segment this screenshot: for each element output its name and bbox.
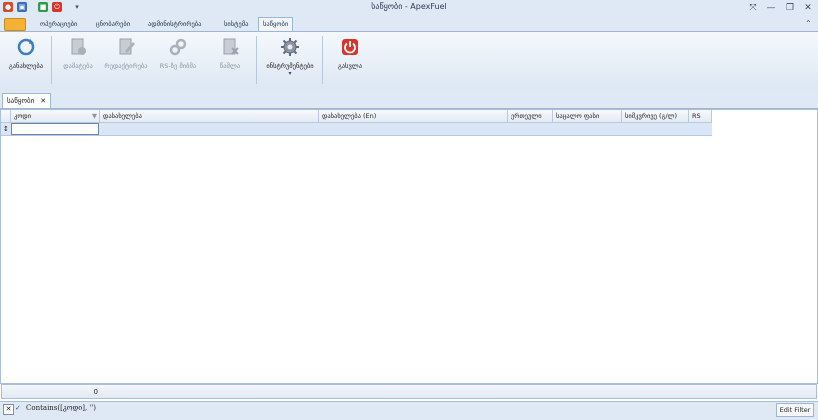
save-icon[interactable]: ▣ [17, 2, 27, 12]
column-header-retail-price[interactable]: საცალო ფასი [553, 110, 622, 123]
column-header-name-en[interactable]: დასახელება (En) [319, 110, 508, 123]
tab-warehouse[interactable]: საწყობი [258, 17, 294, 31]
power-quick-icon[interactable]: ⏻ [52, 2, 62, 12]
add-document-icon [71, 38, 86, 55]
edit-document-icon [119, 38, 135, 55]
footer-count: 0 [93, 388, 98, 396]
rs-bind-button[interactable]: RS-ზე მიბმა [156, 34, 200, 78]
filter-panel [0, 401, 818, 420]
link-icon [169, 38, 187, 56]
minimize-button[interactable]: — [764, 1, 778, 15]
ribbon-separator [322, 36, 323, 84]
edit-button[interactable]: რედაქტირება [104, 34, 148, 78]
refresh-button[interactable]: განახლება [4, 34, 48, 78]
close-button[interactable]: ✕ [801, 1, 815, 15]
maximize-button[interactable]: ❐ [783, 1, 797, 15]
document-tab-label: საწყობი [7, 97, 35, 105]
tools-dropdown-icon: ▾ [288, 70, 292, 77]
document-tab-strip [0, 91, 818, 109]
green-square-icon[interactable]: ■ [38, 2, 48, 12]
column-header-rs[interactable]: RS [689, 110, 712, 123]
quick-access-dropdown-icon[interactable]: ▾ [72, 2, 82, 12]
window-title: საწყობი - ApexFuel [371, 2, 447, 11]
column-header-code-label: კოდი [14, 112, 32, 120]
exit-button[interactable]: გასვლა [328, 34, 372, 78]
add-label: დამატება [63, 62, 93, 70]
tab-references[interactable]: ცნობარები [92, 18, 134, 31]
restore-ribbon-icon[interactable]: ⤧ [746, 1, 760, 15]
gear-icon [281, 38, 299, 56]
power-icon [342, 39, 358, 55]
ribbon-separator [51, 36, 52, 84]
delete-button[interactable]: წაშლა [208, 34, 252, 78]
filter-enabled-checkbox[interactable]: ✓ [15, 404, 23, 412]
document-tab-warehouse[interactable]: საწყობი ✕ [2, 93, 52, 108]
refresh-label: განახლება [8, 62, 44, 70]
exit-label: გასვლა [337, 62, 363, 70]
row-indicator-header [1, 110, 11, 123]
edit-filter-button[interactable]: Edit Filter [776, 403, 814, 417]
column-header-density[interactable]: სიმკვრივე (გ/ლ) [622, 110, 689, 123]
code-filter-input[interactable] [11, 123, 99, 135]
filter-expression[interactable]: Contains([კოდი], '') [26, 404, 96, 412]
edit-label: რედაქტირება [104, 62, 148, 70]
tab-administration[interactable]: ადმინისტრირება [144, 18, 205, 31]
clear-filter-icon[interactable]: ✕ [3, 404, 14, 415]
column-header-code[interactable]: კოდი ▼ [11, 110, 100, 123]
auto-filter-row[interactable] [1, 123, 712, 136]
grid-footer [1, 384, 817, 399]
delete-document-icon [223, 38, 239, 55]
rs-bind-label: RS-ზე მიბმა [159, 62, 197, 70]
tools-button[interactable]: ინსტრუმენტები ▾ [262, 34, 318, 78]
delete-label: წაშლა [219, 62, 241, 70]
column-header-name[interactable]: დასახელება [100, 110, 319, 123]
add-button[interactable]: დამატება [56, 34, 100, 78]
app-logo-icon[interactable]: ● [3, 2, 13, 12]
tab-system[interactable]: სისტემა [220, 18, 252, 31]
application-menu-button[interactable] [4, 18, 26, 31]
collapse-ribbon-icon[interactable]: ⌃ [805, 19, 812, 28]
column-header-unit[interactable]: ერთეული [508, 110, 553, 123]
filter-icon[interactable]: ▼ [92, 110, 97, 122]
close-tab-icon[interactable]: ✕ [40, 97, 46, 105]
data-grid [0, 109, 818, 384]
tab-operations[interactable]: ოპერაციები [36, 18, 81, 31]
filter-row-indicator-icon: ↕ [3, 125, 9, 133]
refresh-icon [17, 38, 35, 56]
tools-label: ინსტრუმენტები [266, 62, 314, 70]
ribbon-separator [256, 36, 257, 84]
